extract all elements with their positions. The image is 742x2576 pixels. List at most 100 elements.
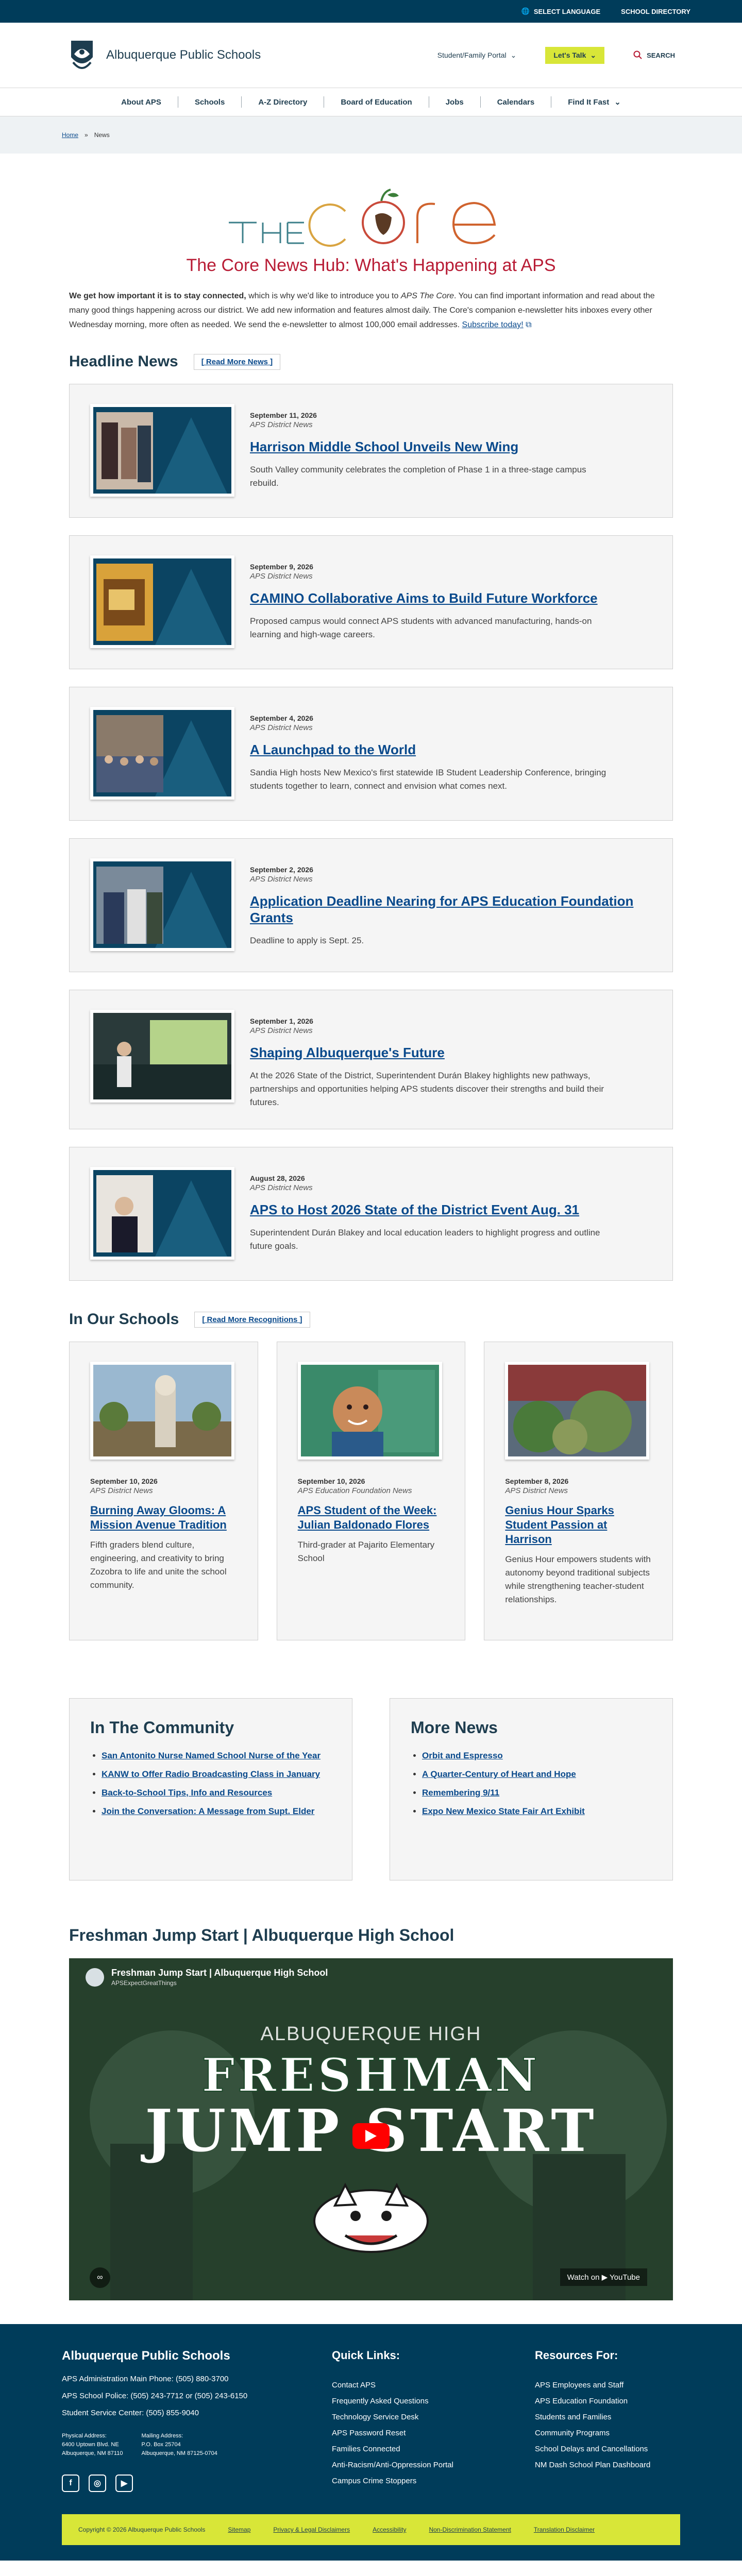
play-button[interactable] (352, 2123, 390, 2149)
news-card[interactable]: September 9, 2026 APS District News CAMI… (69, 535, 673, 669)
list-item: Join the Conversation: A Message from Su… (102, 1805, 331, 1818)
news-thumbnail[interactable] (90, 1167, 234, 1260)
resource-link[interactable]: School Delays and Cancellations (535, 2445, 648, 2453)
news-thumbnail[interactable] (90, 858, 234, 951)
search-icon (633, 50, 642, 59)
community-link[interactable]: Back-to-School Tips, Info and Resources (102, 1788, 272, 1798)
quick-link[interactable]: APS Password Reset (332, 2429, 406, 2437)
lets-talk-button[interactable]: Let's Talk ⌄ (545, 46, 605, 64)
quick-link[interactable]: Contact APS (332, 2381, 376, 2389)
more-news-link[interactable]: Orbit and Espresso (422, 1751, 503, 1760)
video-title[interactable]: Freshman Jump Start | Albuquerque High S… (111, 1968, 328, 1978)
read-more-news-link[interactable]: [ Read More News ] (193, 353, 281, 370)
main-content: The Core News Hub: What's Happening at A… (69, 185, 673, 2300)
news-summary: Sandia High hosts New Mexico's first sta… (250, 768, 606, 791)
news-card[interactable]: August 28, 2026 APS District News APS to… (69, 1147, 673, 1281)
nav-find-it-fast[interactable]: Find It Fast ⌄ (551, 96, 637, 108)
quick-link[interactable]: Campus Crime Stoppers (332, 2477, 416, 2485)
translation-disclaimer-link[interactable]: Translation Disclaimer (534, 2526, 595, 2533)
news-thumbnail[interactable] (90, 404, 234, 497)
facebook-icon[interactable]: f (62, 2475, 79, 2492)
non-discrimination-link[interactable]: Non-Discrimination Statement (429, 2526, 511, 2533)
in-our-schools-header: In Our Schools [ Read More Recognitions … (69, 1311, 673, 1328)
more-news-link[interactable]: A Quarter-Century of Heart and Hope (422, 1769, 576, 1779)
news-thumbnail[interactable] (90, 1010, 234, 1103)
nav-board-of-education[interactable]: Board of Education (324, 96, 429, 108)
news-card[interactable]: September 1, 2026 APS District News Shap… (69, 990, 673, 1129)
list-item: Community Programs (535, 2429, 679, 2437)
news-title-link[interactable]: Burning Away Glooms: A Mission Avenue Tr… (90, 1503, 237, 1532)
news-card[interactable]: September 2, 2026 APS District News Appl… (69, 838, 673, 972)
search-button[interactable]: SEARCH (633, 50, 675, 60)
more-news-link[interactable]: Remembering 9/11 (422, 1788, 499, 1798)
breadcrumb-home[interactable]: Home (62, 131, 78, 139)
resource-link[interactable]: APS Education Foundation (535, 2397, 628, 2405)
brand-logo[interactable]: Albuquerque Public Schools (67, 37, 261, 74)
nav-calendars[interactable]: Calendars (481, 96, 552, 108)
nav-a-z-directory[interactable]: A-Z Directory (242, 96, 325, 108)
news-title-link[interactable]: APS Student of the Week: Julian Baldonad… (298, 1503, 445, 1532)
school-thumbnail[interactable] (505, 1362, 650, 1460)
video-overlay-school: ALBUQUERQUE HIGH (260, 2023, 482, 2045)
community-link[interactable]: Join the Conversation: A Message from Su… (102, 1806, 314, 1816)
news-title-link[interactable]: APS to Host 2026 State of the District E… (250, 1201, 611, 1218)
list-item: Technology Service Desk (332, 2413, 535, 2421)
school-card[interactable]: September 8, 2026 APS District News Geni… (484, 1342, 673, 1640)
news-card[interactable]: September 4, 2026 APS District News A La… (69, 687, 673, 821)
read-more-recognitions-link[interactable]: [ Read More Recognitions ] (194, 1311, 310, 1328)
list-item: NM Dash School Plan Dashboard (535, 2461, 679, 2469)
school-card[interactable]: September 10, 2026 APS District News Bur… (69, 1342, 258, 1640)
news-title-link[interactable]: A Launchpad to the World (250, 741, 611, 758)
schools-grid: September 10, 2026 APS District News Bur… (69, 1342, 673, 1640)
resource-link[interactable]: APS Employees and Staff (535, 2381, 623, 2389)
news-summary: Deadline to apply is Sept. 25. (250, 936, 364, 945)
subscribe-link[interactable]: Subscribe today! (462, 320, 524, 329)
nav-schools[interactable]: Schools (178, 96, 242, 108)
the-core-logo-icon (229, 189, 496, 247)
portal-dropdown[interactable]: Student/Family Portal ⌄ (437, 51, 517, 60)
news-source: APS District News (250, 1026, 313, 1035)
news-thumbnail[interactable] (90, 707, 234, 800)
resource-link[interactable]: Students and Families (535, 2413, 611, 2421)
school-thumbnail[interactable] (297, 1362, 442, 1460)
intro-paragraph: We get how important it is to stay conne… (69, 292, 655, 329)
nav-jobs[interactable]: Jobs (429, 96, 481, 108)
youtube-icon[interactable]: ▶ (115, 2475, 133, 2492)
quick-link[interactable]: Anti-Racism/Anti-Oppression Portal (332, 2461, 453, 2469)
quick-link[interactable]: Technology Service Desk (332, 2413, 418, 2421)
news-title-link[interactable]: CAMINO Collaborative Aims to Build Futur… (250, 590, 611, 606)
quick-link[interactable]: Families Connected (332, 2445, 400, 2453)
news-title-link[interactable]: Harrison Middle School Unveils New Wing (250, 438, 611, 455)
watch-on-youtube-button[interactable]: Watch on ▶ YouTube (560, 2268, 647, 2286)
news-date: September 4, 2026 (250, 714, 313, 722)
school-thumbnail[interactable] (90, 1362, 234, 1460)
privacy-link[interactable]: Privacy & Legal Disclaimers (273, 2526, 350, 2533)
chevron-down-icon: ⌄ (590, 50, 597, 59)
sitemap-link[interactable]: Sitemap (228, 2526, 250, 2533)
news-card[interactable]: September 11, 2026 APS District News Har… (69, 384, 673, 518)
select-language[interactable]: 🌐 SELECT LANGUAGE (521, 7, 600, 15)
list-item: Orbit and Espresso (422, 1750, 652, 1762)
news-title-link[interactable]: Genius Hour Sparks Student Passion at Ha… (505, 1503, 652, 1547)
news-title-link[interactable]: Application Deadline Nearing for APS Edu… (250, 893, 652, 926)
news-date: August 28, 2026 (250, 1174, 305, 1182)
instagram-icon[interactable]: ◎ (89, 2475, 106, 2492)
copy-link-button[interactable]: ∞ (90, 2267, 110, 2288)
news-date: September 9, 2026 (250, 563, 313, 571)
news-thumbnail[interactable] (90, 555, 234, 648)
resource-link[interactable]: NM Dash School Plan Dashboard (535, 2461, 650, 2469)
youtube-video-embed[interactable]: Freshman Jump Start | Albuquerque High S… (69, 1958, 673, 2300)
school-card[interactable]: September 10, 2026 APS Education Foundat… (276, 1342, 466, 1640)
channel-avatar[interactable] (86, 1968, 104, 1987)
social-links: f ◎ ▶ (62, 2475, 332, 2492)
community-link[interactable]: San Antonito Nurse Named School Nurse of… (102, 1751, 321, 1760)
school-directory-link[interactable]: SCHOOL DIRECTORY (621, 8, 690, 15)
nav-about-aps[interactable]: About APS (105, 96, 178, 108)
quick-link[interactable]: Frequently Asked Questions (332, 2397, 429, 2405)
community-link[interactable]: KANW to Offer Radio Broadcasting Class i… (102, 1769, 320, 1779)
accessibility-link[interactable]: Accessibility (373, 2526, 406, 2533)
news-title-link[interactable]: Shaping Albuquerque's Future (250, 1044, 611, 1061)
resource-link[interactable]: Community Programs (535, 2429, 610, 2437)
more-news-link[interactable]: Expo New Mexico State Fair Art Exhibit (422, 1806, 585, 1816)
chevron-down-icon: ⌄ (510, 50, 517, 59)
